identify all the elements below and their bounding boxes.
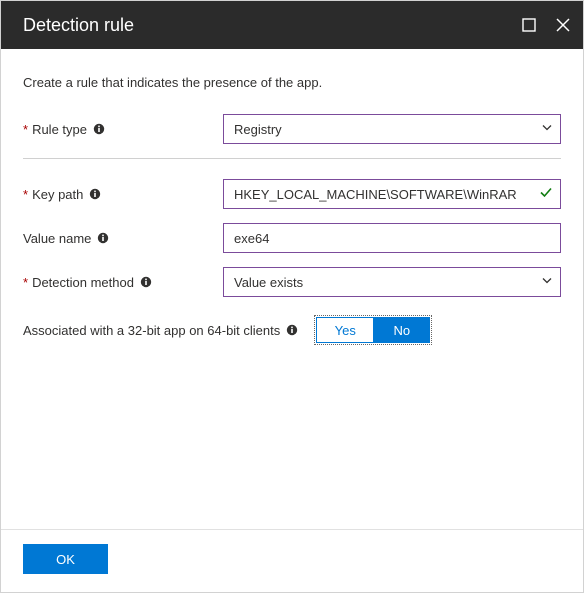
required-star: * [23, 275, 28, 290]
info-icon[interactable] [89, 188, 101, 200]
select-detection-method-value: Value exists [234, 275, 303, 290]
panel-footer: OK [1, 529, 583, 592]
label-associated: Associated with a 32-bit app on 64-bit c… [23, 323, 298, 338]
row-value-name: Value name [23, 223, 561, 253]
panel-title: Detection rule [23, 15, 521, 36]
close-icon[interactable] [555, 17, 571, 33]
input-value-name-wrap [223, 223, 561, 253]
chevron-down-icon [541, 275, 553, 290]
title-actions [521, 17, 571, 33]
select-detection-method[interactable]: Value exists [223, 267, 561, 297]
label-key-path: * Key path [23, 187, 223, 202]
info-icon[interactable] [93, 123, 105, 135]
row-rule-type: * Rule type Registry [23, 114, 561, 144]
required-star: * [23, 122, 28, 137]
row-key-path: * Key path [23, 179, 561, 209]
label-associated-text: Associated with a 32-bit app on 64-bit c… [23, 323, 280, 338]
select-rule-type-wrap: Registry [223, 114, 561, 144]
label-detection-method-text: Detection method [32, 275, 134, 290]
input-key-path[interactable] [223, 179, 561, 209]
section-divider [23, 158, 561, 159]
row-detection-method: * Detection method Value exists [23, 267, 561, 297]
label-value-name: Value name [23, 231, 223, 246]
ok-button[interactable]: OK [23, 544, 108, 574]
select-rule-type-value: Registry [234, 122, 282, 137]
label-value-name-text: Value name [23, 231, 91, 246]
detection-rule-panel: Detection rule Create a rule that indica… [0, 0, 584, 593]
input-value-name[interactable] [223, 223, 561, 253]
chevron-down-icon [541, 122, 553, 137]
label-rule-type: * Rule type [23, 122, 223, 137]
info-icon[interactable] [286, 324, 298, 336]
row-associated: Associated with a 32-bit app on 64-bit c… [23, 317, 561, 343]
select-detection-method-wrap: Value exists [223, 267, 561, 297]
toggle-yes[interactable]: Yes [317, 318, 373, 342]
info-icon[interactable] [97, 232, 109, 244]
label-detection-method: * Detection method [23, 275, 223, 290]
intro-text: Create a rule that indicates the presenc… [23, 75, 561, 90]
toggle-no[interactable]: No [373, 318, 429, 342]
label-rule-type-text: Rule type [32, 122, 87, 137]
titlebar: Detection rule [1, 1, 583, 49]
label-key-path-text: Key path [32, 187, 83, 202]
info-icon[interactable] [140, 276, 152, 288]
required-star: * [23, 187, 28, 202]
panel-content: Create a rule that indicates the presenc… [1, 49, 583, 529]
input-key-path-wrap [223, 179, 561, 209]
select-rule-type[interactable]: Registry [223, 114, 561, 144]
toggle-32bit: Yes No [316, 317, 430, 343]
maximize-icon[interactable] [521, 17, 537, 33]
